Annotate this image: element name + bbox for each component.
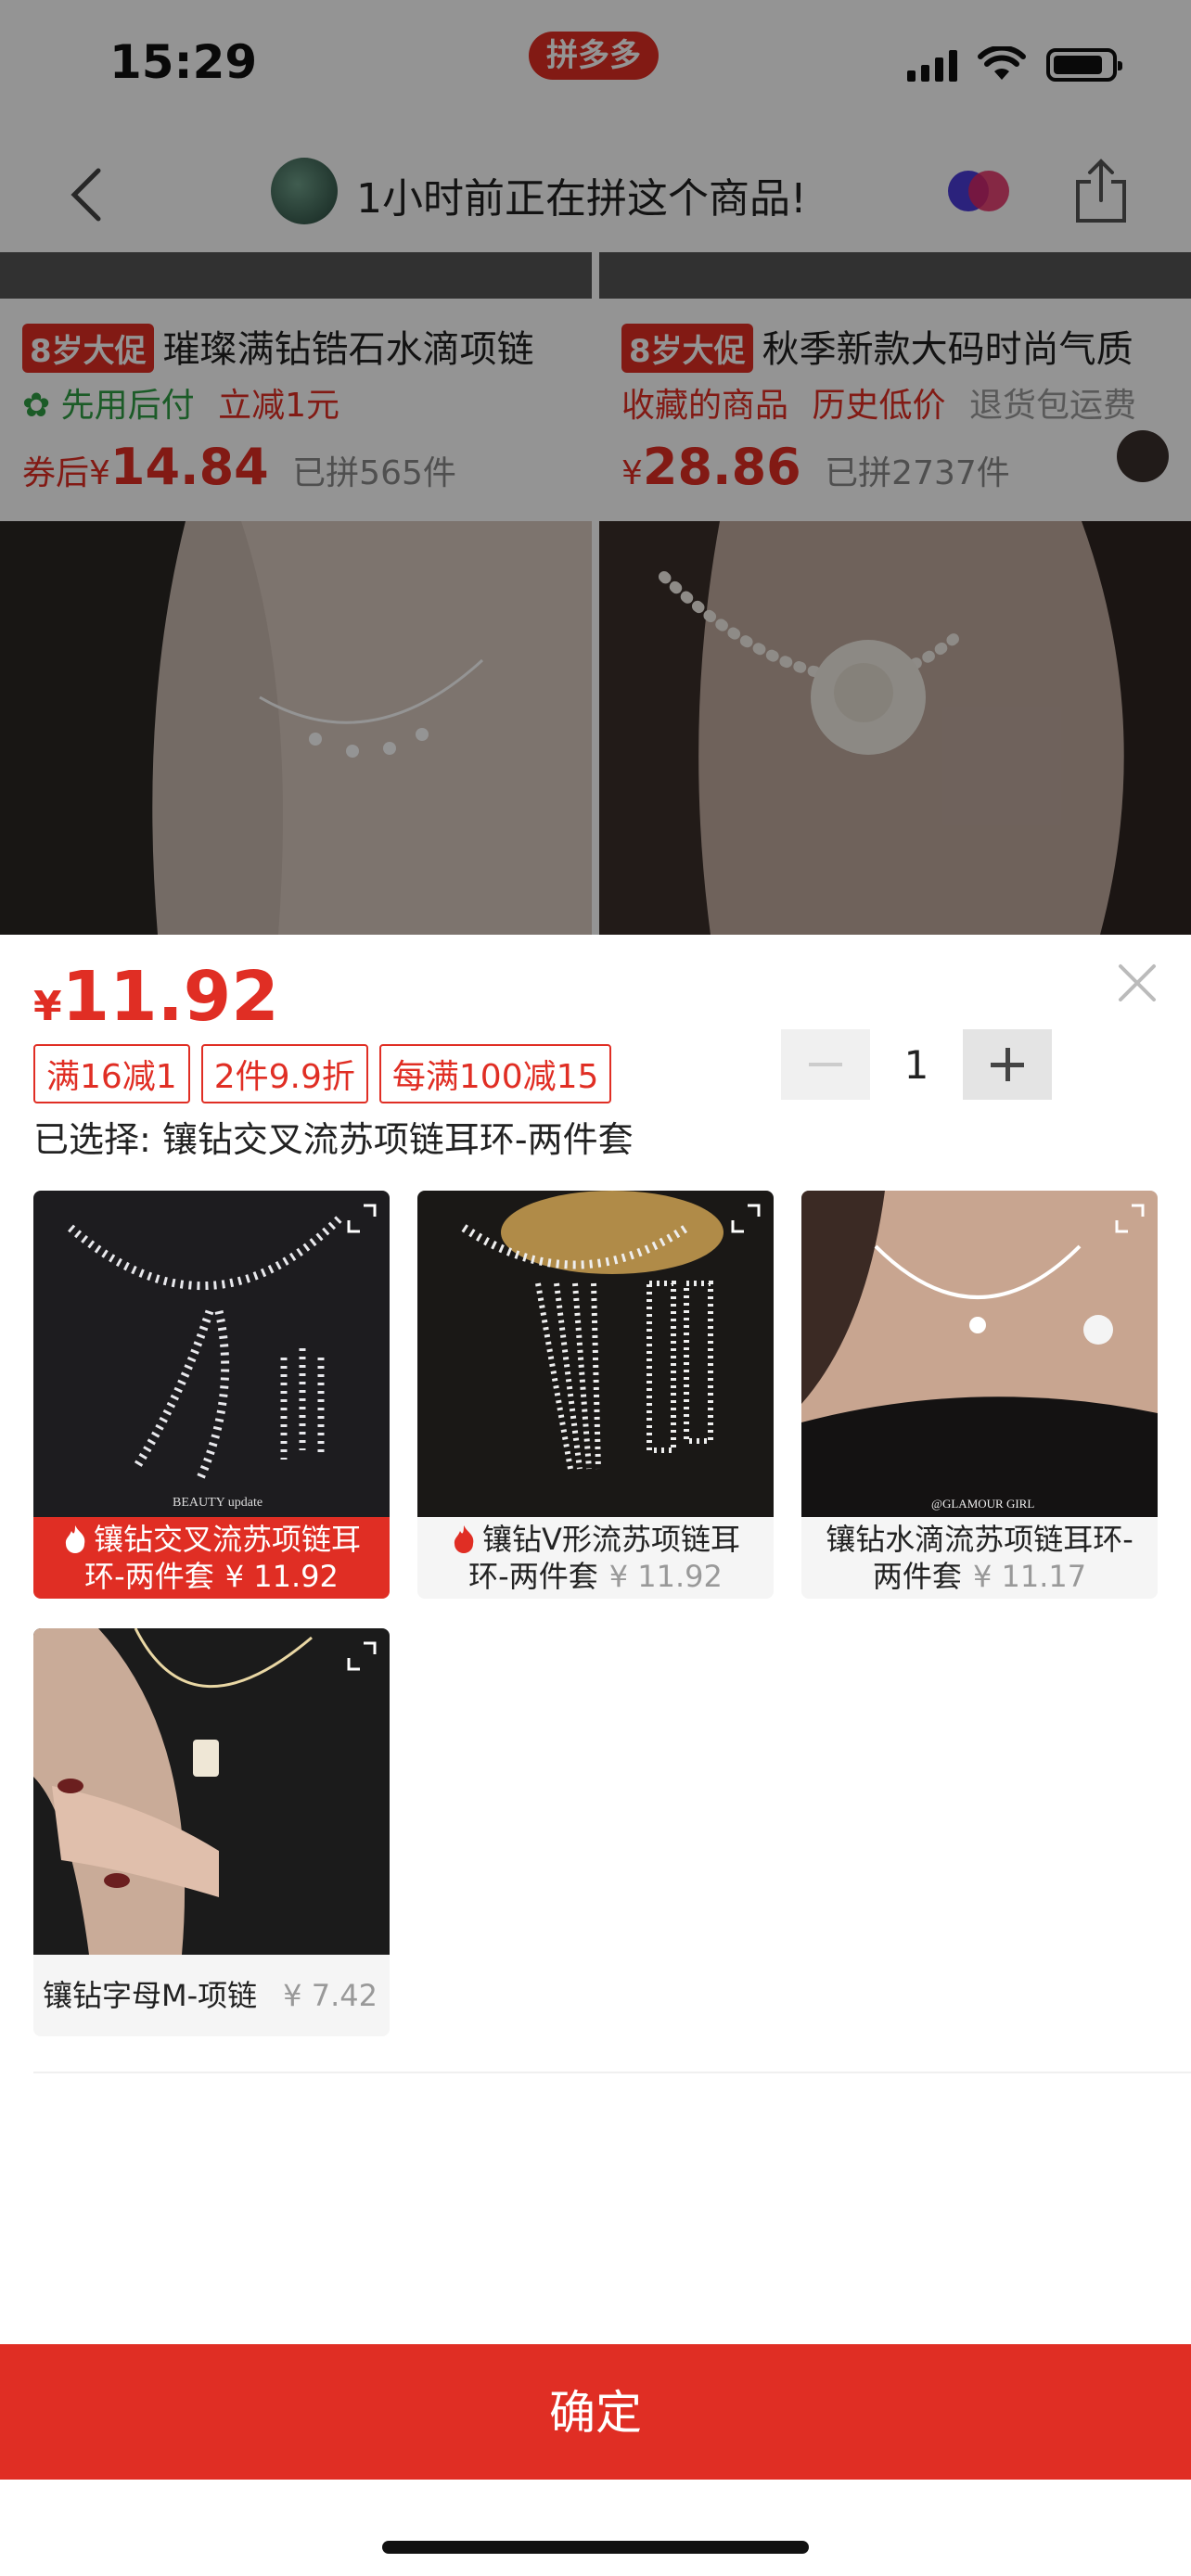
variant-option[interactable]: 镶钻V形流苏项链耳 环-两件套 ¥ 11.92 [417,1191,774,1599]
variant-option[interactable]: BEAUTY update 镶钻交叉流苏项链耳 环-两件套 ¥ 11.92 [33,1191,390,1599]
confirm-button[interactable]: 确定 [0,2344,1191,2480]
expand-icon[interactable] [1111,1200,1148,1237]
coupon-tag: 每满100减15 [378,1044,612,1103]
variant-label: 镶钻字母M-项链 ¥ 7.42 [43,1978,378,2013]
coupon-list: 满16减1 2件9.9折 每满100减15 [33,1044,612,1103]
variant-image: BEAUTY update [33,1191,390,1517]
plus-icon [991,1048,1024,1081]
coupon-tag: 2件9.9折 [200,1044,368,1103]
fire-icon [454,1525,474,1553]
image-caption: @GLAMOUR GIRL [931,1497,1034,1511]
expand-icon[interactable] [343,1200,380,1237]
background-page: 15:29 拼多多 1小时前正在拼这个商品! 8岁大促 璀璨满钻锆石水滴项链 ✿… [0,0,1191,935]
variant-image [417,1191,774,1517]
increase-button[interactable] [963,1029,1052,1100]
fire-icon [65,1525,85,1553]
quantity-value[interactable]: 1 [870,1042,963,1088]
variant-label: 镶钻交叉流苏项链耳 环-两件套 ¥ 11.92 [33,1517,390,1599]
image-caption: BEAUTY update [173,1496,263,1510]
close-icon[interactable] [1117,963,1158,1003]
variant-image [33,1628,390,1955]
variant-label: 镶钻V形流苏项链耳 环-两件套 ¥ 11.92 [417,1517,774,1599]
expand-icon[interactable] [343,1638,380,1675]
sheet-price: ¥11.92 [33,957,279,1037]
variant-option[interactable]: 镶钻字母M-项链 ¥ 7.42 [33,1628,390,2036]
minus-icon [809,1063,842,1066]
decrease-button[interactable] [781,1029,870,1100]
modal-overlay[interactable] [0,0,1191,935]
divider [33,2072,1191,2073]
sku-sheet: ¥11.92 满16减1 2件9.9折 每满100减15 1 已选择: 镶钻交叉… [0,935,1191,2576]
quantity-stepper: 1 [781,1029,1052,1100]
variant-option[interactable]: @GLAMOUR GIRL 镶钻水滴流苏项链耳环- 两件套 ¥ 11.17 [801,1191,1158,1599]
home-indicator[interactable] [382,2541,809,2554]
variant-label: 镶钻水滴流苏项链耳环- 两件套 ¥ 11.17 [826,1522,1133,1594]
variant-image: @GLAMOUR GIRL [801,1191,1158,1517]
selected-variant-text: 已选择: 镶钻交叉流苏项链耳环-两件套 [33,1119,634,1160]
expand-icon[interactable] [727,1200,764,1237]
coupon-tag: 满16减1 [33,1044,190,1103]
